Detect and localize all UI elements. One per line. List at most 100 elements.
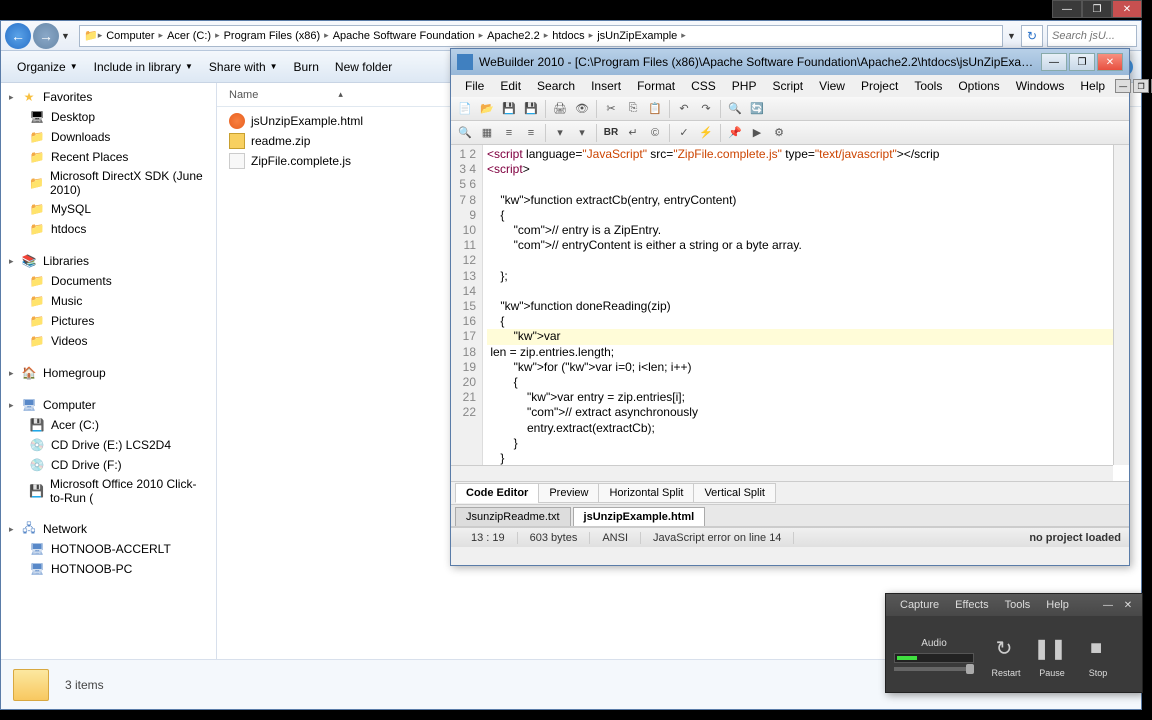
menu-effects[interactable]: Effects [947, 597, 996, 613]
tool-icon[interactable]: ▦ [477, 123, 497, 143]
close-button[interactable]: ✕ [1120, 598, 1136, 612]
maximize-button[interactable]: ❐ [1082, 0, 1112, 18]
tool-icon[interactable]: ▾ [550, 123, 570, 143]
maximize-button[interactable]: ❐ [1069, 53, 1095, 71]
tool-icon[interactable]: ≡ [499, 123, 519, 143]
scrollbar-horizontal[interactable] [451, 465, 1113, 481]
sidebar-item[interactable]: 📁Documents [1, 271, 216, 291]
tool-icon[interactable]: 📌 [725, 123, 745, 143]
sidebar-item[interactable]: 🖥Desktop [1, 107, 216, 127]
code-area[interactable]: <script language="JavaScript" src="ZipFi… [483, 145, 1129, 481]
scrollbar-vertical[interactable] [1113, 145, 1129, 465]
minimize-button[interactable]: — [1100, 598, 1116, 612]
sidebar-network[interactable]: ▸🖧Network [1, 519, 216, 539]
mdi-max[interactable]: ❐ [1133, 79, 1149, 93]
bc-pf[interactable]: Program Files (x86) [220, 30, 325, 42]
menu-tools[interactable]: Tools [906, 77, 950, 95]
menu-view[interactable]: View [811, 77, 853, 95]
menu-windows[interactable]: Windows [1008, 77, 1073, 95]
sidebar-item[interactable]: 📁Music [1, 291, 216, 311]
bc-folder[interactable]: jsUnZipExample [593, 30, 681, 42]
bc-computer[interactable]: Computer [102, 30, 158, 42]
copy-icon[interactable]: ⎘ [623, 99, 643, 119]
sidebar-item[interactable]: 📁Videos [1, 331, 216, 351]
sidebar-item[interactable]: 🖥HOTNOOB-ACCERLT [1, 539, 216, 559]
sidebar-item[interactable]: 💾Acer (C:) [1, 415, 216, 435]
sidebar-item[interactable]: 📁htdocs [1, 219, 216, 239]
minimize-button[interactable]: — [1041, 53, 1067, 71]
close-button[interactable]: ✕ [1112, 0, 1142, 18]
tab-code-editor[interactable]: Code Editor [455, 483, 539, 503]
tab-hsplit[interactable]: Horizontal Split [598, 483, 694, 503]
tool-icon[interactable]: ▶ [747, 123, 767, 143]
file-tab[interactable]: JsunzipReadme.txt [455, 507, 571, 526]
menu-insert[interactable]: Insert [583, 77, 629, 95]
print-icon[interactable]: 🖨 [550, 99, 570, 119]
breadcrumb-dropdown[interactable]: ▼ [1007, 31, 1021, 41]
tool-icon[interactable]: ✓ [674, 123, 694, 143]
sidebar-item[interactable]: 📁Recent Places [1, 147, 216, 167]
undo-icon[interactable]: ↶ [674, 99, 694, 119]
menu-file[interactable]: File [457, 77, 492, 95]
mdi-min[interactable]: — [1115, 79, 1131, 93]
tool-icon[interactable]: ⚡ [696, 123, 716, 143]
tool-icon[interactable]: ↵ [623, 123, 643, 143]
tab-vsplit[interactable]: Vertical Split [693, 483, 776, 503]
share-button[interactable]: Share with▼ [201, 56, 286, 78]
tool-icon[interactable]: ≡ [521, 123, 541, 143]
menu-edit[interactable]: Edit [492, 77, 529, 95]
menu-search[interactable]: Search [529, 77, 583, 95]
file-tab[interactable]: jsUnzipExample.html [573, 507, 706, 526]
title-bar[interactable]: WeBuilder 2010 - [C:\Program Files (x86)… [451, 49, 1129, 75]
tool-icon[interactable]: ▾ [572, 123, 592, 143]
close-button[interactable]: ✕ [1097, 53, 1123, 71]
sidebar-item[interactable]: 📁Downloads [1, 127, 216, 147]
tab-preview[interactable]: Preview [538, 483, 599, 503]
burn-button[interactable]: Burn [286, 56, 327, 78]
bc-asf[interactable]: Apache Software Foundation [329, 30, 479, 42]
sidebar-favorites[interactable]: ▸★Favorites [1, 87, 216, 107]
bc-apache[interactable]: Apache2.2 [483, 30, 544, 42]
bc-drive[interactable]: Acer (C:) [163, 30, 215, 42]
menu-help[interactable]: Help [1038, 597, 1077, 613]
tool-icon[interactable]: ⚙ [769, 123, 789, 143]
redo-icon[interactable]: ↷ [696, 99, 716, 119]
paste-icon[interactable]: 📋 [645, 99, 665, 119]
organize-button[interactable]: Organize▼ [9, 56, 86, 78]
restart-button[interactable]: ↻Restart [986, 630, 1026, 678]
menu-capture[interactable]: Capture [892, 597, 947, 613]
minimize-button[interactable]: — [1052, 0, 1082, 18]
include-button[interactable]: Include in library▼ [86, 56, 201, 78]
saveall-icon[interactable]: 💾 [521, 99, 541, 119]
save-icon[interactable]: 💾 [499, 99, 519, 119]
sidebar-computer[interactable]: ▸🖥Computer [1, 395, 216, 415]
column-name[interactable]: Name [229, 89, 258, 101]
volume-slider[interactable] [894, 667, 974, 671]
menu-php[interactable]: PHP [724, 77, 765, 95]
sidebar-homegroup[interactable]: ▸🏠Homegroup [1, 363, 216, 383]
preview-icon[interactable]: 👁 [572, 99, 592, 119]
stop-button[interactable]: ■Stop [1078, 630, 1118, 678]
cut-icon[interactable]: ✂ [601, 99, 621, 119]
sidebar-item[interactable]: 📁Pictures [1, 311, 216, 331]
sidebar-item[interactable]: 💿CD Drive (F:) [1, 455, 216, 475]
sidebar-item[interactable]: 📁MySQL [1, 199, 216, 219]
code-editor[interactable]: 1 2 3 4 5 6 7 8 9 10 11 12 13 14 15 16 1… [451, 145, 1129, 481]
sidebar-item[interactable]: 🖥HOTNOOB-PC [1, 559, 216, 579]
menu-project[interactable]: Project [853, 77, 906, 95]
sidebar-item[interactable]: 📁Microsoft DirectX SDK (June 2010) [1, 167, 216, 199]
menu-css[interactable]: CSS [683, 77, 724, 95]
tool-icon[interactable]: © [645, 123, 665, 143]
menu-help[interactable]: Help [1072, 77, 1113, 95]
search-input[interactable] [1047, 25, 1137, 47]
new-icon[interactable]: 📄 [455, 99, 475, 119]
pause-button[interactable]: ❚❚Pause [1032, 630, 1072, 678]
find-icon[interactable]: 🔍 [725, 99, 745, 119]
history-dropdown[interactable]: ▼ [61, 31, 75, 41]
breadcrumb[interactable]: 📁 ▸ Computer▸ Acer (C:)▸ Program Files (… [79, 25, 1003, 47]
forward-button[interactable]: → [33, 23, 59, 49]
menu-script[interactable]: Script [764, 77, 811, 95]
menu-format[interactable]: Format [629, 77, 683, 95]
menu-options[interactable]: Options [950, 77, 1007, 95]
sidebar-item[interactable]: 💿CD Drive (E:) LCS2D4 [1, 435, 216, 455]
